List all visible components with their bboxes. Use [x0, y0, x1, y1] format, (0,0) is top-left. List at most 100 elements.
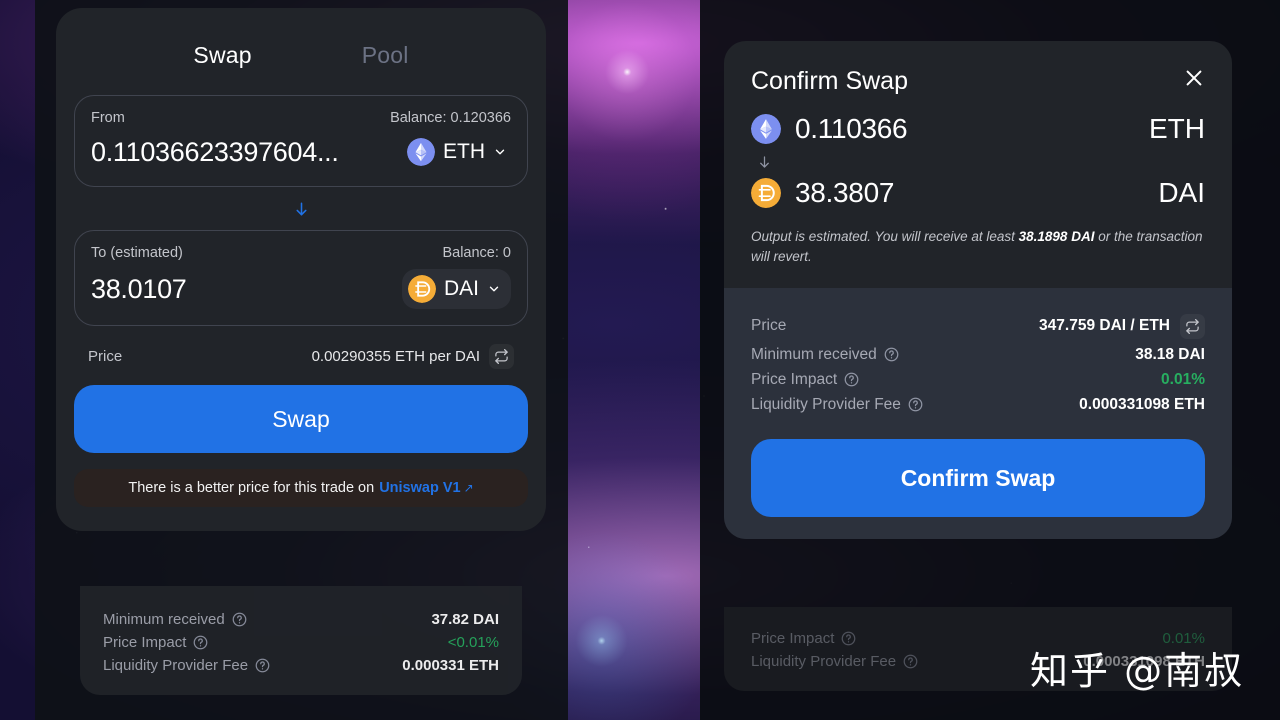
detail-label-group: Price Impact	[751, 371, 859, 389]
to-amount-input[interactable]: 38.0107	[91, 274, 187, 305]
left-trade-details: Minimum received 37.82 DAI Price Impact	[80, 586, 522, 695]
from-token-box: From Balance: 0.120366 0.11036623397604.…	[74, 95, 528, 187]
detail-label: Liquidity Provider Fee	[103, 657, 249, 674]
tab-pool[interactable]: Pool	[362, 42, 409, 69]
right-app-panel: Price Impact 0.01% Liquidity Provider Fe…	[700, 0, 1280, 720]
ethereum-icon	[751, 114, 781, 144]
better-price-banner[interactable]: There is a better price for this trade o…	[74, 469, 528, 507]
to-header: To (estimated) Balance: 0	[91, 245, 511, 261]
detail-label-group: Liquidity Provider Fee	[751, 653, 918, 670]
repeat-icon	[1186, 318, 1199, 334]
detail-row-price-impact: Price Impact <0.01%	[103, 631, 499, 654]
detail-value: 0.000331 ETH	[402, 657, 499, 674]
dai-icon	[751, 178, 781, 208]
tab-swap[interactable]: Swap	[193, 42, 251, 69]
ethereum-icon	[407, 138, 435, 166]
modal-details-section: Price 347.759 DAI / ETH Minimum received…	[724, 288, 1232, 540]
question-icon[interactable]	[193, 635, 208, 650]
screen: Swap Pool From Balance: 0.120366 0.11036…	[0, 0, 1280, 720]
question-icon[interactable]	[844, 372, 859, 387]
modal-from-row: 0.110366 ETH	[751, 113, 1205, 145]
detail-label-group: Price	[751, 317, 786, 335]
to-token-symbol: DAI	[443, 277, 479, 300]
from-token-symbol: ETH	[443, 140, 485, 163]
dai-icon	[407, 275, 436, 303]
confirm-swap-button[interactable]: Confirm Swap	[751, 439, 1205, 518]
left-app-panel: Swap Pool From Balance: 0.120366 0.11036…	[35, 0, 568, 720]
modal-from-group: 0.110366	[751, 113, 908, 145]
question-icon[interactable]	[232, 612, 247, 627]
modal-header: Confirm Swap	[751, 67, 1205, 96]
detail-value: 38.18 DAI	[1135, 345, 1205, 363]
price-value-group: 0.00290355 ETH per DAI	[312, 344, 514, 369]
detail-row-liquidity-provider-fee: Liquidity Provider Fee 0.000331098 ETH	[751, 392, 1205, 417]
detail-label: Minimum received	[103, 611, 225, 628]
price-toggle-button[interactable]	[489, 344, 514, 369]
better-price-text: There is a better price for this trade o…	[128, 480, 375, 496]
price-value: 0.00290355 ETH per DAI	[311, 348, 480, 365]
from-label: From	[91, 110, 125, 126]
detail-value: 0.000331098 ETH	[1079, 395, 1205, 413]
detail-row-minimum-received: Minimum received 37.82 DAI	[103, 608, 499, 631]
to-balance: Balance: 0	[442, 245, 511, 261]
arrow-down-icon	[760, 156, 769, 168]
chevron-down-icon	[489, 286, 499, 292]
detail-label: Minimum received	[751, 345, 877, 363]
swap-direction-button[interactable]	[74, 187, 528, 230]
swap-button[interactable]: Swap	[74, 385, 528, 453]
from-header: From Balance: 0.120366	[91, 110, 511, 126]
chevron-down-icon	[495, 149, 505, 155]
question-icon	[903, 654, 918, 669]
modal-to-row: 38.3807 DAI	[751, 177, 1205, 209]
to-input-row: 38.0107 DAI	[91, 269, 511, 309]
detail-row-minimum-received: Minimum received 38.18 DAI	[751, 342, 1205, 367]
modal-to-symbol: DAI	[1158, 177, 1205, 208]
to-token-selector[interactable]: DAI	[401, 269, 511, 309]
detail-row-price-impact: Price Impact 0.01%	[751, 367, 1205, 392]
close-icon[interactable]	[1183, 67, 1205, 89]
question-icon[interactable]	[884, 347, 899, 362]
detail-row-price: Price 347.759 DAI / ETH	[751, 310, 1205, 342]
watermark: 知乎 @南叔	[1030, 649, 1245, 693]
to-token-box: To (estimated) Balance: 0 38.0107 DAI	[74, 230, 528, 326]
uniswap-v1-link[interactable]: Uniswap V1	[379, 480, 460, 496]
price-toggle-button[interactable]	[1180, 313, 1205, 339]
modal-to-group: 38.3807	[751, 177, 894, 209]
price-row: Price 0.00290355 ETH per DAI	[74, 326, 528, 385]
arrow-down-icon	[295, 202, 307, 216]
modal-from-symbol: ETH	[1149, 113, 1205, 144]
detail-value: 37.82 DAI	[431, 611, 499, 628]
detail-label: Price	[751, 317, 787, 335]
external-link-icon: ↗	[463, 481, 474, 495]
detail-label-group: Liquidity Provider Fee	[751, 396, 923, 414]
price-label: Price	[88, 348, 123, 365]
modal-estimate-note: Output is estimated. You will receive at…	[751, 227, 1205, 266]
detail-label-group: Liquidity Provider Fee	[103, 657, 270, 674]
question-icon	[841, 631, 856, 646]
modal-from-amount: 0.110366	[795, 113, 908, 144]
detail-value: <0.01%	[447, 634, 499, 651]
detail-label: Liquidity Provider Fee	[751, 653, 897, 670]
question-icon[interactable]	[908, 397, 923, 412]
detail-label: Liquidity Provider Fee	[751, 395, 901, 413]
question-icon[interactable]	[255, 658, 270, 673]
detail-row-liquidity-provider-fee: Liquidity Provider Fee 0.000331 ETH	[103, 654, 499, 677]
detail-label-group: Minimum received	[751, 346, 899, 364]
detail-value: 0.01%	[1161, 370, 1205, 388]
detail-label: Price Impact	[751, 370, 838, 388]
detail-label: Price Impact	[103, 634, 187, 651]
swap-pool-tabs: Swap Pool	[74, 36, 528, 95]
detail-label: Price Impact	[751, 630, 835, 647]
to-label: To (estimated)	[91, 245, 183, 261]
note-emphasis: 38.1898 DAI	[1018, 229, 1095, 244]
detail-value: 347.759 DAI / ETH	[1039, 317, 1170, 335]
detail-label-group: Price Impact	[751, 630, 856, 647]
modal-to-amount: 38.3807	[795, 177, 895, 208]
from-balance: Balance: 0.120366	[390, 110, 511, 126]
detail-label-group: Minimum received	[103, 611, 247, 628]
from-input-row: 0.11036623397604... ETH	[91, 134, 511, 170]
from-amount-input[interactable]: 0.11036623397604...	[91, 137, 339, 168]
detail-label-group: Price Impact	[103, 634, 208, 651]
from-token-selector[interactable]: ETH	[403, 134, 511, 170]
repeat-icon	[495, 349, 508, 364]
